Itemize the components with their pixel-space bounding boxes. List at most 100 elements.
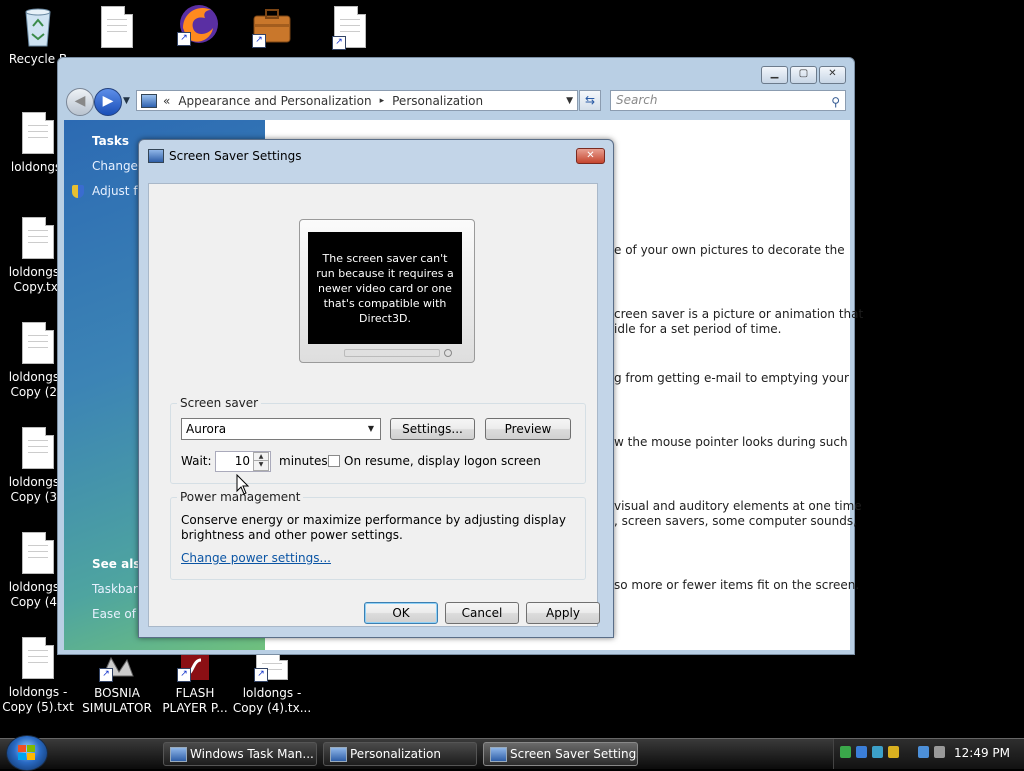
text-file-icon [20,322,56,366]
spin-down-icon[interactable]: ▼ [253,460,269,471]
shortcut-arrow-icon: ↗ [254,668,268,682]
dialog-close-button[interactable]: ✕ [576,148,605,164]
address-dropdown-icon[interactable]: ▼ [566,96,573,106]
breadcrumb-overflow[interactable]: « [163,94,170,108]
resume-logon-checkbox[interactable] [328,455,340,467]
preview-button[interactable]: Preview [485,418,571,440]
task-link-adjust[interactable]: Adjust fo [92,184,145,198]
maximize-button[interactable]: ▢ [790,66,817,84]
cancel-button[interactable]: Cancel [445,602,519,624]
text-file-icon [20,112,56,156]
text-file-icon [20,637,56,681]
shortcut-arrow-icon: ↗ [332,36,346,50]
control-panel-icon [141,93,157,108]
taskbar-button-label: Windows Task Man... [190,747,314,761]
taskbar-button-screen-saver[interactable]: Screen Saver Settings [483,742,638,766]
desktop-icon-firefox[interactable]: ↗ [155,2,235,50]
monitor-slot [344,349,440,357]
see-also-taskbar[interactable]: Taskbar [92,582,138,596]
search-input[interactable]: Search ⚲ [610,90,846,111]
content-text: e of your own pictures to decorate the [614,243,845,257]
shortcut-arrow-icon: ↗ [252,34,266,48]
network-icon[interactable] [918,746,929,758]
preview-screen: The screen saver can't run because it re… [308,232,462,344]
windows-logo-icon [18,745,36,761]
tray-app-icon[interactable] [872,746,883,758]
dialog-title: Screen Saver Settings [169,149,302,163]
apply-button[interactable]: Apply [526,602,600,624]
ok-button[interactable]: OK [364,602,438,624]
breadcrumb-separator-icon[interactable]: ▸ [380,96,385,106]
text-file-icon [99,6,135,50]
tray-app-icon[interactable] [888,746,899,758]
text-file-icon [20,532,56,576]
shortcut-arrow-icon: ↗ [177,32,191,46]
content-text: idle for a set period of time. [614,322,782,336]
screensaver-group-label: Screen saver [177,396,262,410]
notification-area: 12:49 PM [833,739,1024,769]
tray-app-icon[interactable] [840,746,851,758]
desktop-icon-bosnia-simulator[interactable]: ↗ BOSNIA SIMULATOR [77,652,157,716]
desktop-icon-file[interactable]: ↗ loldongs - Copy (4).tx... [232,652,312,716]
desktop-icon-label: BOSNIA SIMULATOR [82,686,152,715]
task-link-change[interactable]: Change [92,159,138,173]
minimize-button[interactable]: ▁ [761,66,788,84]
chevron-down-icon: ▼ [367,424,375,433]
change-power-settings-link[interactable]: Change power settings... [181,551,331,565]
content-text: so more or fewer items fit on the screen… [614,578,860,592]
briefcase-icon: ↗ [252,4,291,48]
minutes-label: minutes [279,454,328,468]
tray-app-icon[interactable] [856,746,867,758]
search-icon[interactable]: ⚲ [831,93,840,112]
power-management-group: Power management Conserve energy or maxi… [170,490,586,580]
monitor-power-icon [444,349,452,357]
content-text: , screen savers, some computer sounds, [614,514,857,528]
search-placeholder: Search [616,93,658,107]
content-text: creen saver is a picture or animation th… [614,307,864,321]
text-file-icon [20,427,56,471]
recent-pages-dropdown[interactable]: ▼ [123,96,130,106]
taskbar: Windows Task Man... Personalization Scre… [0,735,1024,771]
resume-logon-label[interactable]: On resume, display logon screen [344,454,541,468]
taskbar-button-personalization[interactable]: Personalization [323,742,477,766]
clock[interactable]: 12:49 PM [954,746,1010,760]
mouse-cursor-icon [236,473,250,499]
monitor-icon [148,149,164,163]
refresh-button[interactable]: ⇆ [579,90,601,111]
power-description: brightness and other power settings. [181,528,403,542]
wait-minutes-value: 10 [234,454,250,468]
volume-muted-icon[interactable] [934,746,945,758]
desktop-icon-file[interactable]: ↗ [310,6,390,54]
taskbar-button-label: Screen Saver Settings [510,747,638,761]
shortcut-arrow-icon: ↗ [99,668,113,682]
close-button[interactable]: ✕ [819,66,846,84]
desktop-icon-flash-player[interactable]: ↗ FLASH PLAYER P... [155,652,235,716]
taskbar-button-label: Personalization [350,747,441,761]
desktop-icon-label: loldongs - Copy (4).tx... [232,686,312,715]
forward-button[interactable]: ▶ [94,88,122,116]
monitor-icon [490,747,507,762]
screensaver-select[interactable]: Aurora ▼ [181,418,381,440]
back-button[interactable]: ◀ [66,88,94,116]
recycle-bin-icon [20,4,56,48]
desktop-icon-file[interactable] [77,6,157,54]
screensaver-group: Screen saver Aurora ▼ Settings... Previe… [170,396,586,484]
address-bar[interactable]: « Appearance and Personalization ▸ Perso… [136,90,578,111]
content-text: g from getting e-mail to emptying your [614,371,849,385]
preview-monitor: The screen saver can't run because it re… [299,219,475,363]
breadcrumb-personalization[interactable]: Personalization [392,94,483,108]
breadcrumb-appearance[interactable]: Appearance and Personalization [178,94,371,108]
text-file-icon [20,217,56,261]
start-button[interactable] [6,735,48,771]
task-manager-icon [170,747,187,762]
settings-button[interactable]: Settings... [390,418,475,440]
shortcut-arrow-icon: ↗ [177,668,191,682]
wait-minutes-stepper[interactable]: 10 ▲ ▼ [215,451,271,472]
text-file-icon: ↗ [332,6,368,50]
shield-icon [72,185,84,198]
taskbar-button-task-manager[interactable]: Windows Task Man... [163,742,317,766]
content-text: w the mouse pointer looks during such [614,435,848,449]
screen-saver-dialog: Screen Saver Settings ✕ The screen saver… [138,139,614,638]
desktop-icon-briefcase[interactable]: ↗ [230,4,310,52]
content-text: visual and auditory elements at one time [614,499,862,513]
